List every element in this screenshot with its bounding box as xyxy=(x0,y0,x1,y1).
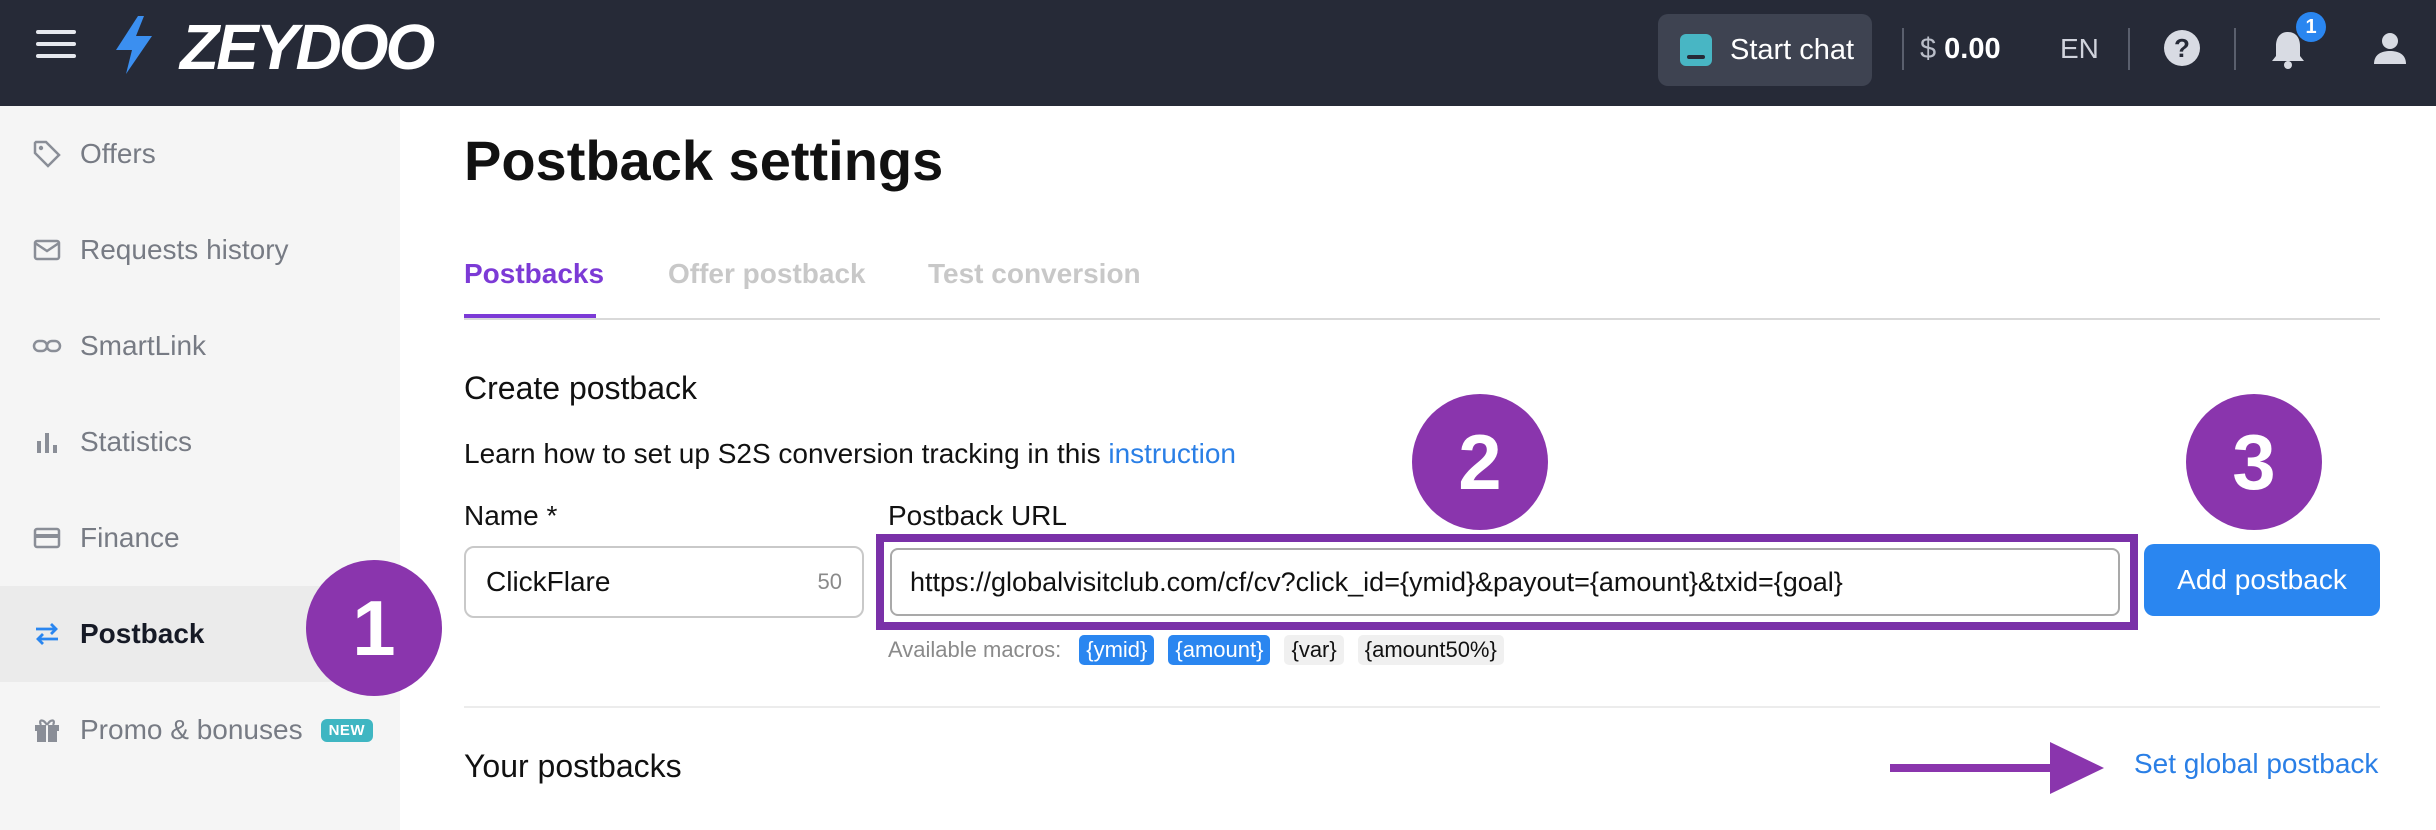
step-2-annotation: 2 xyxy=(1412,394,1548,530)
sidebar-item-label: Postback xyxy=(80,618,205,649)
help-icon[interactable]: ? xyxy=(2164,30,2200,66)
card-icon xyxy=(33,527,61,549)
section-divider xyxy=(464,706,2380,708)
swap-icon xyxy=(36,623,58,645)
balance-amount: 0.00 xyxy=(1944,33,2001,65)
link-icon xyxy=(32,339,62,353)
sidebar-item-label: Finance xyxy=(80,522,180,553)
learn-text: Learn how to set up S2S conversion track… xyxy=(464,434,1236,474)
add-postback-button[interactable]: Add postback xyxy=(2144,544,2380,616)
sidebar-item-label: Requests history xyxy=(80,234,289,265)
tab-postbacks[interactable]: Postbacks xyxy=(464,254,604,294)
user-icon[interactable] xyxy=(2372,30,2408,66)
tag-icon xyxy=(33,140,61,168)
available-macros: Available macros: {ymid} {amount} {var} … xyxy=(888,632,1518,668)
postback-url-value: https://globalvisitclub.com/cf/cv?click_… xyxy=(910,566,1843,597)
sidebar-item-label: Offers xyxy=(80,138,156,169)
tabs: Postbacks Offer postback Test conversion xyxy=(464,240,2380,320)
sidebar-item-label: Promo & bonuses xyxy=(80,714,303,745)
create-postback-title: Create postback xyxy=(464,370,698,406)
step-1-annotation: 1 xyxy=(306,560,442,696)
sidebar-item-promo-bonuses[interactable]: Promo & bonuses NEW xyxy=(0,682,400,778)
macros-label: Available macros: xyxy=(888,637,1062,662)
name-label: Name * xyxy=(464,500,558,531)
sidebar-item-label: SmartLink xyxy=(80,330,207,361)
logo[interactable]: ZEYDOO xyxy=(180,12,435,82)
start-chat-label: Start chat xyxy=(1730,33,1855,66)
macro-chip-ymid[interactable]: {ymid} xyxy=(1079,635,1155,665)
active-tab-indicator xyxy=(464,314,596,318)
postback-url-input[interactable]: https://globalvisitclub.com/cf/cv?click_… xyxy=(890,548,2120,616)
sidebar-item-statistics[interactable]: Statistics xyxy=(0,394,400,490)
chat-icon xyxy=(1680,34,1712,66)
currency-symbol: $ xyxy=(1920,33,1937,65)
set-global-postback-link[interactable]: Set global postback xyxy=(2134,744,2378,784)
arrow-right-icon xyxy=(1890,742,2104,794)
name-input[interactable]: ClickFlare 50 xyxy=(464,546,864,618)
new-badge: NEW xyxy=(320,718,374,742)
step-3-annotation: 3 xyxy=(2186,394,2322,530)
start-chat-button[interactable]: Start chat xyxy=(1658,14,1872,86)
macro-chip-amount50[interactable]: {amount50%} xyxy=(1357,635,1504,665)
divider xyxy=(2234,28,2236,70)
hamburger-menu-icon[interactable] xyxy=(36,30,76,62)
postback-url-label: Postback URL xyxy=(888,500,1067,531)
bolt-logo-icon xyxy=(116,16,152,74)
tab-test-conversion[interactable]: Test conversion xyxy=(928,254,1141,294)
bar-chart-icon xyxy=(37,433,57,453)
instruction-link[interactable]: instruction xyxy=(1108,438,1236,469)
divider xyxy=(1902,28,1904,70)
mail-icon xyxy=(33,239,61,261)
balance[interactable]: $0.00 xyxy=(1920,28,2001,70)
divider xyxy=(2128,28,2130,70)
macro-chip-amount[interactable]: {amount} xyxy=(1168,635,1271,665)
tab-offer-postback[interactable]: Offer postback xyxy=(668,254,866,294)
page-title: Postback settings xyxy=(464,129,944,192)
name-char-counter: 50 xyxy=(817,569,842,594)
learn-text-label: Learn how to set up S2S conversion track… xyxy=(464,438,1101,469)
sidebar-item-smartlink[interactable]: SmartLink xyxy=(0,298,400,394)
top-bar: ZEYDOO Start chat $0.00 EN ? 1 xyxy=(0,0,2436,106)
sidebar-item-label: Statistics xyxy=(80,426,193,457)
your-postbacks-title: Your postbacks xyxy=(464,748,682,784)
macro-chip-var[interactable]: {var} xyxy=(1284,635,1344,665)
gift-icon xyxy=(35,719,59,742)
name-input-value: ClickFlare xyxy=(486,566,611,597)
language-selector[interactable]: EN xyxy=(2060,28,2099,70)
sidebar: Offers Requests history SmartLink Statis… xyxy=(0,106,400,830)
sidebar-item-offers[interactable]: Offers xyxy=(0,106,400,202)
sidebar-item-requests-history[interactable]: Requests history xyxy=(0,202,400,298)
notification-badge: 1 xyxy=(2296,12,2326,42)
